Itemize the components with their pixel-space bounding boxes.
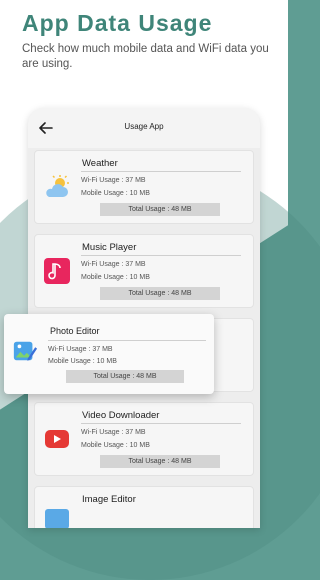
wifi-usage: Wi-Fi Usage : 37 MB bbox=[81, 177, 146, 184]
divider bbox=[81, 171, 241, 172]
mobile-usage: Mobile Usage : 10 MB bbox=[81, 190, 150, 197]
app-name: Image Editor bbox=[82, 494, 136, 505]
total-usage: Total Usage : 48 MB bbox=[100, 455, 220, 468]
app-card-image-editor[interactable]: Image Editor bbox=[34, 486, 254, 528]
photo-editor-icon bbox=[13, 341, 38, 361]
divider bbox=[48, 340, 206, 341]
app-header: Usage App bbox=[28, 108, 260, 148]
wifi-usage: Wi-Fi Usage : 37 MB bbox=[81, 261, 146, 268]
weather-icon bbox=[46, 175, 69, 197]
mobile-usage: Mobile Usage : 10 MB bbox=[81, 274, 150, 281]
app-card-video-downloader[interactable]: Video Downloader Wi-Fi Usage : 37 MB Mob… bbox=[34, 402, 254, 476]
divider bbox=[81, 255, 241, 256]
wifi-usage: Wi-Fi Usage : 37 MB bbox=[81, 429, 146, 436]
mobile-usage: Mobile Usage : 10 MB bbox=[48, 358, 117, 365]
mobile-usage: Mobile Usage : 10 MB bbox=[81, 442, 150, 449]
total-usage: Total Usage : 48 MB bbox=[66, 370, 184, 383]
image-editor-icon bbox=[45, 509, 69, 528]
app-title: Usage App bbox=[124, 122, 164, 131]
app-card-music-player[interactable]: Music Player Wi-Fi Usage : 37 MB Mobile … bbox=[34, 234, 254, 308]
app-card-weather[interactable]: Weather Wi-Fi Usage : 37 MB Mobile Usage… bbox=[34, 150, 254, 224]
headline: App Data Usage bbox=[22, 10, 213, 36]
video-icon bbox=[45, 430, 69, 448]
music-icon bbox=[44, 258, 70, 284]
divider bbox=[81, 423, 241, 424]
app-name: Video Downloader bbox=[82, 410, 160, 421]
app-name: Weather bbox=[82, 158, 118, 169]
app-name: Photo Editor bbox=[50, 326, 100, 336]
total-usage: Total Usage : 48 MB bbox=[100, 287, 220, 300]
wifi-usage: Wi-Fi Usage : 37 MB bbox=[48, 346, 113, 353]
app-card-photo-editor[interactable]: Photo Editor Wi-Fi Usage : 37 MB Mobile … bbox=[4, 314, 214, 394]
app-name: Music Player bbox=[82, 242, 137, 253]
total-usage: Total Usage : 48 MB bbox=[100, 203, 220, 216]
subtext: Check how much mobile data and WiFi data… bbox=[22, 43, 269, 70]
